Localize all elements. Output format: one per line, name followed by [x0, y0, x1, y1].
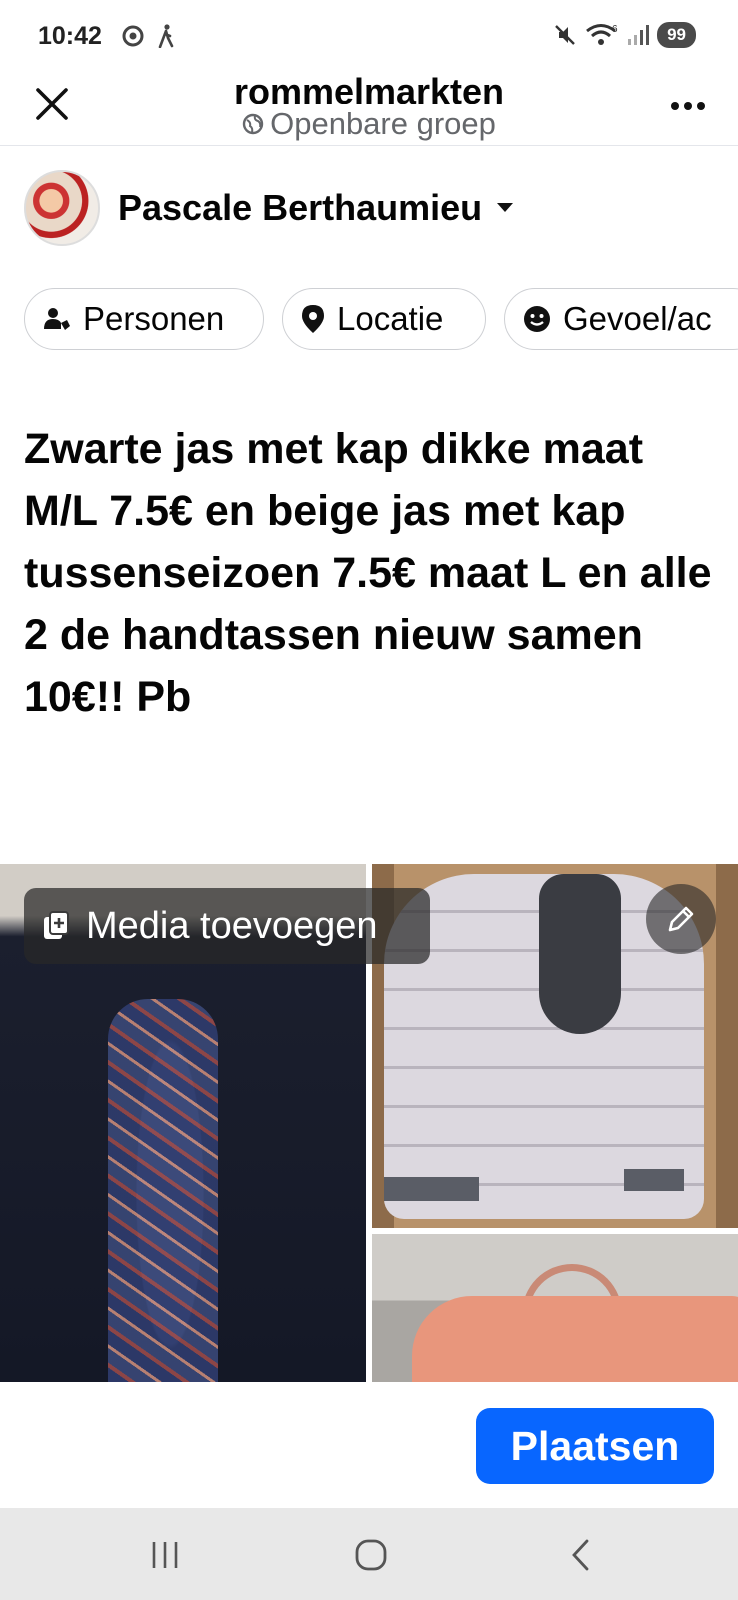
feeling-label: Gevoel/ac: [563, 300, 712, 337]
photo-handbag[interactable]: [372, 1234, 738, 1382]
pencil-icon: [668, 906, 694, 932]
recent-apps-button[interactable]: [135, 1530, 195, 1580]
back-button[interactable]: [550, 1530, 610, 1580]
system-nav-bar: [0, 1508, 738, 1600]
composer-options: Personen Locatie Gevoel/ac: [24, 288, 738, 350]
edit-media-button[interactable]: [646, 884, 716, 954]
mute-icon: [555, 25, 575, 45]
more-icon: [671, 102, 705, 110]
more-options-button[interactable]: [664, 82, 712, 130]
group-privacy: Openbare groep: [0, 106, 738, 142]
signal-icon: [628, 25, 650, 45]
composer-header: rommelmarkten Openbare groep: [0, 70, 738, 146]
author-name: Pascale Berthaumieu: [118, 187, 483, 228]
caret-down-icon[interactable]: [496, 202, 514, 214]
status-right: 6 99: [553, 22, 696, 48]
home-button[interactable]: [341, 1530, 401, 1580]
post-button[interactable]: Plaatsen: [476, 1408, 714, 1484]
wifi-icon: 6: [586, 24, 618, 45]
location-chip[interactable]: Locatie: [282, 288, 486, 350]
author-row: Pascale Berthaumieu: [24, 170, 514, 246]
add-media-button[interactable]: Media toevoegen: [24, 888, 430, 964]
smiley-icon: [524, 306, 550, 332]
tag-people-label: Personen: [83, 300, 225, 337]
jacket-collar: [539, 874, 621, 1034]
svg-text:6: 6: [612, 24, 618, 35]
battery-indicator: 99: [657, 22, 696, 48]
jacket-cuff: [384, 1177, 479, 1201]
tag-people-icon: [44, 308, 70, 330]
pink-handbag: [412, 1296, 738, 1382]
feeling-chip[interactable]: Gevoel/ac: [504, 288, 738, 350]
status-left-icons: [122, 24, 176, 48]
media-grid: Media toevoegen: [0, 864, 738, 1382]
add-media-icon: [44, 911, 69, 939]
back-icon: [572, 1539, 589, 1571]
globe-icon: [242, 113, 264, 135]
jacket-cuff: [624, 1169, 684, 1191]
status-bar: 10:42 6 99: [0, 0, 738, 76]
home-icon: [355, 1539, 387, 1571]
walk-icon: [158, 24, 174, 48]
avatar: [24, 170, 100, 246]
post-text[interactable]: Zwarte jas met kap dikke maat M/L 7.5€ e…: [24, 418, 714, 728]
location-pin-icon: [302, 305, 324, 333]
jacket-lining: [108, 999, 218, 1382]
status-time: 10:42: [38, 22, 102, 50]
group-privacy-label: Openbare groep: [270, 106, 496, 141]
chrome-icon: [122, 25, 144, 47]
recent-apps-icon: [152, 1542, 178, 1568]
add-media-label: Media toevoegen: [86, 904, 378, 947]
group-name: rommelmarkten: [233, 71, 505, 104]
tag-people-chip[interactable]: Personen: [24, 288, 264, 350]
location-label: Locatie: [337, 300, 444, 337]
